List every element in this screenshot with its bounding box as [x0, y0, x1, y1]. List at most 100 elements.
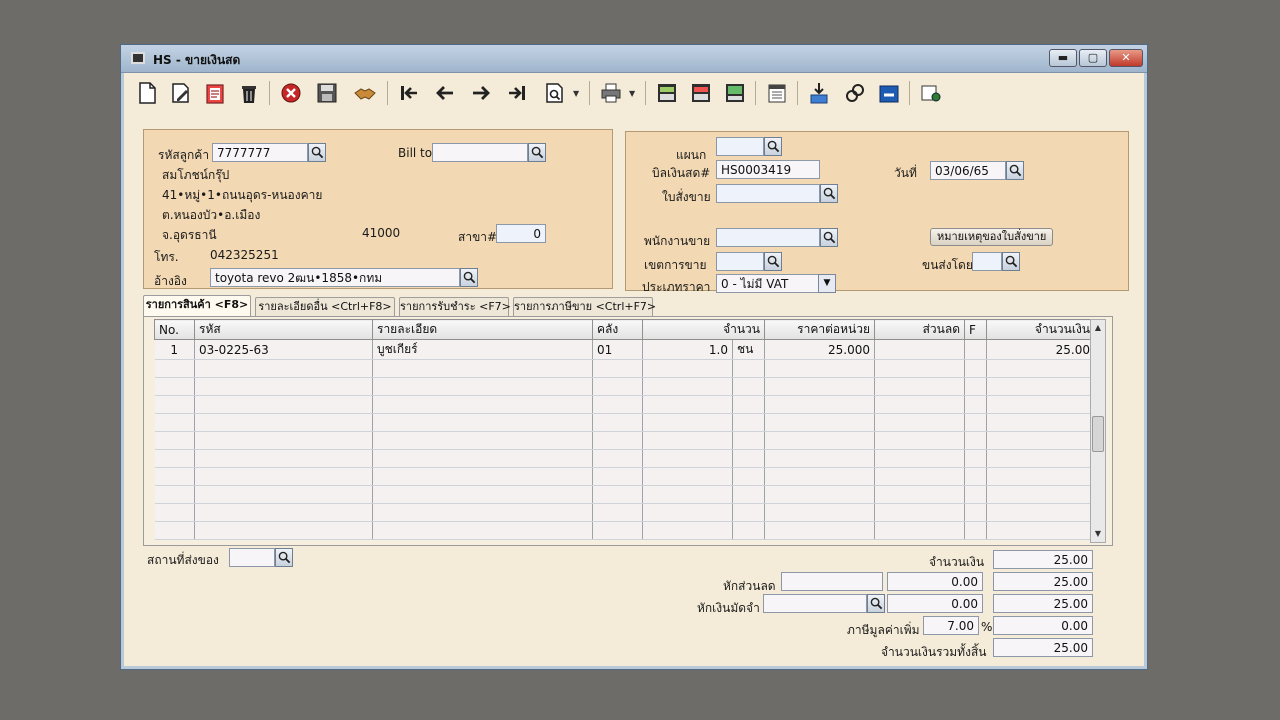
ok-icon[interactable]: [875, 79, 903, 107]
col-quantity[interactable]: จำนวน: [642, 319, 765, 340]
chevron-down-icon[interactable]: ▼: [818, 274, 836, 293]
table-row[interactable]: [154, 395, 1095, 414]
department-search-icon[interactable]: [764, 137, 782, 156]
table-row[interactable]: [154, 413, 1095, 432]
trash-icon[interactable]: [235, 79, 263, 107]
row-f[interactable]: [964, 339, 987, 360]
discount-amount-input[interactable]: 0.00: [887, 572, 983, 591]
first-icon[interactable]: [395, 79, 423, 107]
window-title: HS - ขายเงินสด: [153, 53, 241, 67]
sales-zone-search-icon[interactable]: [764, 252, 782, 271]
col-amount[interactable]: จำนวนเงิน: [986, 319, 1095, 340]
vat-rate-input[interactable]: 7.00: [923, 616, 979, 635]
deposit-label: หักเงินมัดจำ: [697, 601, 760, 615]
row-quantity[interactable]: 1.0: [642, 339, 733, 360]
table-row[interactable]: [154, 377, 1095, 396]
department-label: แผนก: [676, 148, 707, 162]
col-description[interactable]: รายละเอียด: [372, 319, 593, 340]
toolbar: ▼ ▼: [129, 75, 1139, 111]
table-row[interactable]: [154, 467, 1095, 486]
date-search-icon[interactable]: [1006, 161, 1024, 180]
print-dropdown-icon[interactable]: ▼: [629, 89, 635, 98]
col-no[interactable]: No.: [154, 319, 195, 340]
bill-to-input[interactable]: [432, 143, 528, 162]
close-button[interactable]: ✕: [1109, 49, 1143, 67]
deposit-amount-input[interactable]: 0.00: [887, 594, 983, 613]
link-icon[interactable]: [841, 79, 869, 107]
tab-sales-tax[interactable]: รายการภาษีขาย <Ctrl+F7>: [513, 297, 656, 317]
row-code[interactable]: 03-0225-63: [194, 339, 373, 360]
report-1-icon[interactable]: [653, 79, 681, 107]
report-3-icon[interactable]: [721, 79, 749, 107]
report-2-icon[interactable]: [687, 79, 715, 107]
next-icon[interactable]: [467, 79, 495, 107]
total-label: จำนวนเงิน: [929, 555, 985, 569]
branch-input[interactable]: 0: [496, 224, 546, 243]
sales-order-search-icon[interactable]: [820, 184, 838, 203]
col-discount[interactable]: ส่วนลด: [874, 319, 965, 340]
department-input[interactable]: [716, 137, 764, 156]
bill-to-search-icon[interactable]: [528, 143, 546, 162]
col-f[interactable]: F: [964, 319, 987, 340]
calendar-icon[interactable]: [763, 79, 791, 107]
handshake-icon[interactable]: [351, 79, 379, 107]
title-bar[interactable]: HS - ขายเงินสด ▬ ▢ ✕: [121, 45, 1147, 73]
col-unit-price[interactable]: ราคาต่อหน่วย: [764, 319, 875, 340]
table-row[interactable]: [154, 521, 1095, 540]
row-warehouse[interactable]: 01: [592, 339, 643, 360]
deposit-search-icon[interactable]: [867, 594, 885, 613]
order-note-button[interactable]: หมายเหตุของใบสั่งขาย: [930, 228, 1054, 246]
cancel-icon[interactable]: [277, 79, 305, 107]
col-code[interactable]: รหัส: [194, 319, 373, 340]
customer-code-input[interactable]: 7777777: [212, 143, 308, 162]
table-row[interactable]: [154, 503, 1095, 522]
price-type-select[interactable]: 0 - ไม่มี VAT: [716, 274, 820, 293]
scroll-thumb[interactable]: [1092, 416, 1104, 452]
print-icon[interactable]: [597, 79, 625, 107]
minimize-button[interactable]: ▬: [1049, 49, 1077, 67]
tab-items[interactable]: รายการสินค้า <F8>: [143, 295, 251, 317]
sales-order-input[interactable]: [716, 184, 820, 203]
scroll-up-icon[interactable]: ▲: [1091, 320, 1105, 336]
table-row[interactable]: 1 03-0225-63 บูชเกียร์ 01 1.0 ชน 25.000 …: [154, 339, 1095, 360]
date-input[interactable]: 03/06/65: [930, 161, 1006, 180]
find-dropdown-icon[interactable]: ▼: [573, 89, 579, 98]
table-row[interactable]: [154, 449, 1095, 468]
ship-place-search-icon[interactable]: [275, 548, 293, 567]
discount-text-input[interactable]: [781, 572, 883, 591]
grid-scrollbar[interactable]: ▲ ▼: [1090, 319, 1106, 543]
scroll-down-icon[interactable]: ▼: [1091, 526, 1105, 542]
salesperson-input[interactable]: [716, 228, 820, 247]
clipboard-icon[interactable]: [201, 79, 229, 107]
approve-down-icon[interactable]: [805, 79, 833, 107]
deposit-text-input[interactable]: [763, 594, 867, 613]
col-warehouse[interactable]: คลัง: [592, 319, 643, 340]
row-discount[interactable]: [874, 339, 965, 360]
maximize-button[interactable]: ▢: [1079, 49, 1107, 67]
row-unit-price[interactable]: 25.000: [764, 339, 875, 360]
settings-icon[interactable]: [917, 79, 945, 107]
ship-place-input[interactable]: [229, 548, 275, 567]
sales-zone-input[interactable]: [716, 252, 764, 271]
last-icon[interactable]: [503, 79, 531, 107]
bill-number-input[interactable]: HS0003419: [716, 160, 820, 179]
customer-search-icon[interactable]: [308, 143, 326, 162]
edit-icon[interactable]: [167, 79, 195, 107]
new-doc-icon[interactable]: [133, 79, 161, 107]
reference-input[interactable]: toyota revo 2ฒน•1858•กทม: [210, 268, 460, 287]
salesperson-search-icon[interactable]: [820, 228, 838, 247]
find-icon[interactable]: [541, 79, 569, 107]
reference-search-icon[interactable]: [460, 268, 478, 287]
tab-other-details[interactable]: รายละเอียดอื่น <Ctrl+F8>: [255, 297, 395, 317]
ship-by-search-icon[interactable]: [1002, 252, 1020, 271]
table-row[interactable]: [154, 485, 1095, 504]
save-icon[interactable]: [313, 79, 341, 107]
row-description[interactable]: บูชเกียร์: [372, 339, 593, 360]
row-amount[interactable]: 25.00: [986, 339, 1095, 360]
ship-by-input[interactable]: [972, 252, 1002, 271]
tab-payments[interactable]: รายการรับชำระ <F7>: [399, 297, 511, 317]
prev-icon[interactable]: [431, 79, 459, 107]
table-row[interactable]: [154, 431, 1095, 450]
vat-percent-sign: %: [981, 620, 993, 634]
table-row[interactable]: [154, 359, 1095, 378]
